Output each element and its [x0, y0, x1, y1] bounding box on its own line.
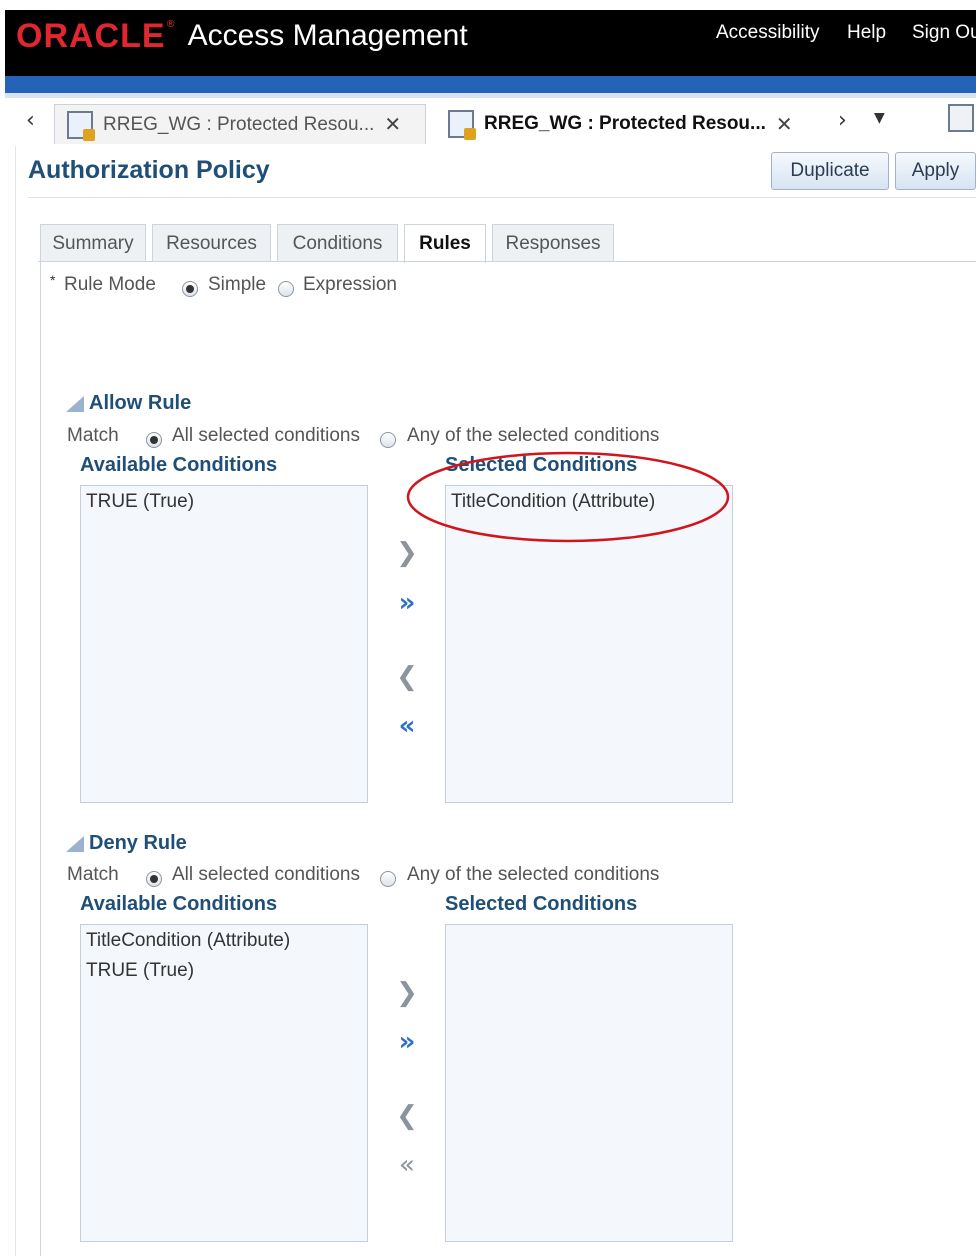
required-indicator: * [50, 272, 56, 288]
list-item[interactable]: TRUE (True) [86, 490, 362, 520]
document-tab-active[interactable]: RREG_WG : Protected Resou... ✕ [438, 104, 830, 144]
product-name: Access Management [187, 19, 468, 52]
remove-icon[interactable]: ❮ [392, 1103, 422, 1129]
accessibility-link[interactable]: Accessibility [716, 22, 819, 44]
rule-mode-simple-label: Simple [208, 274, 267, 295]
tabs-baseline [38, 261, 976, 262]
page-left-border [15, 146, 16, 1256]
deny-available-header: Available Conditions [80, 893, 278, 915]
deny-rule-title: Deny Rule [89, 832, 187, 854]
tab-resources[interactable]: Resources [152, 224, 271, 262]
chevron-left-icon[interactable]: ‹ [26, 108, 35, 133]
apply-button[interactable]: Apply [895, 152, 976, 190]
allow-rule-title: Allow Rule [89, 392, 192, 414]
document-tab-label: RREG_WG : Protected Resou... [103, 113, 375, 135]
collapse-triangle-icon[interactable] [66, 396, 84, 412]
allow-match-label: Match [67, 425, 119, 446]
collapse-triangle-icon[interactable] [66, 836, 84, 852]
rule-mode-expression-label: Expression [303, 274, 397, 295]
allow-match-any-label: Any of the selected conditions [407, 425, 660, 446]
document-tab[interactable]: RREG_WG : Protected Resou... ✕ [54, 104, 426, 144]
move-all-icon[interactable]: » [392, 1029, 422, 1055]
close-icon[interactable]: ✕ [776, 112, 793, 137]
move-all-icon[interactable]: » [392, 590, 422, 616]
help-link[interactable]: Help [847, 22, 886, 44]
remove-all-icon[interactable]: « [392, 1152, 422, 1178]
list-item[interactable]: TRUE (True) [86, 959, 362, 989]
remove-icon[interactable]: ❮ [392, 664, 422, 690]
move-icon[interactable]: ❯ [392, 980, 422, 1006]
caret-down-icon[interactable]: ▼ [874, 110, 885, 126]
panel-border [40, 262, 41, 1256]
document-tab-label: RREG_WG : Protected Resou... [484, 113, 766, 134]
header-accent-bar [5, 76, 976, 93]
tab-summary[interactable]: Summary [40, 224, 146, 262]
sign-out-link[interactable]: Sign Ou [912, 22, 976, 44]
oracle-logo: ORACLE ® Access Management [16, 16, 468, 55]
resource-document-icon [448, 110, 476, 140]
allow-match-all-label: All selected conditions [172, 425, 360, 446]
close-icon[interactable]: ✕ [384, 112, 401, 137]
rule-mode-expression-radio[interactable] [278, 281, 294, 297]
allow-available-header: Available Conditions [80, 454, 278, 476]
tab-rules[interactable]: Rules [404, 224, 486, 263]
deny-match-label: Match [67, 864, 119, 885]
allow-match-any-radio[interactable] [380, 432, 396, 448]
deny-match-all-radio[interactable] [146, 871, 162, 887]
deny-match-any-radio[interactable] [380, 871, 396, 887]
tab-conditions[interactable]: Conditions [277, 224, 398, 262]
deny-available-list[interactable]: TitleCondition (Attribute) TRUE (True) [80, 924, 368, 1242]
deny-selected-header: Selected Conditions [445, 893, 638, 915]
deny-selected-list[interactable] [445, 924, 733, 1242]
list-item[interactable]: TitleCondition (Attribute) [86, 929, 362, 959]
chevron-right-icon[interactable]: › [838, 108, 847, 133]
resource-document-icon [67, 110, 95, 141]
tab-responses[interactable]: Responses [492, 224, 614, 262]
remove-all-icon[interactable]: « [392, 713, 422, 739]
rule-mode-label: Rule Mode [64, 274, 156, 295]
annotation-circle [406, 451, 730, 543]
deny-match-any-label: Any of the selected conditions [407, 864, 660, 885]
title-divider [28, 197, 976, 198]
rule-mode-simple-radio[interactable] [182, 281, 198, 297]
allow-available-list[interactable]: TRUE (True) [80, 485, 368, 803]
page-title: Authorization Policy [28, 156, 270, 184]
tab-list-icon[interactable] [948, 104, 974, 132]
allow-match-all-radio[interactable] [146, 432, 162, 448]
brand-wordmark: ORACLE [16, 16, 166, 55]
deny-match-all-label: All selected conditions [172, 864, 360, 885]
duplicate-button[interactable]: Duplicate [771, 152, 889, 190]
